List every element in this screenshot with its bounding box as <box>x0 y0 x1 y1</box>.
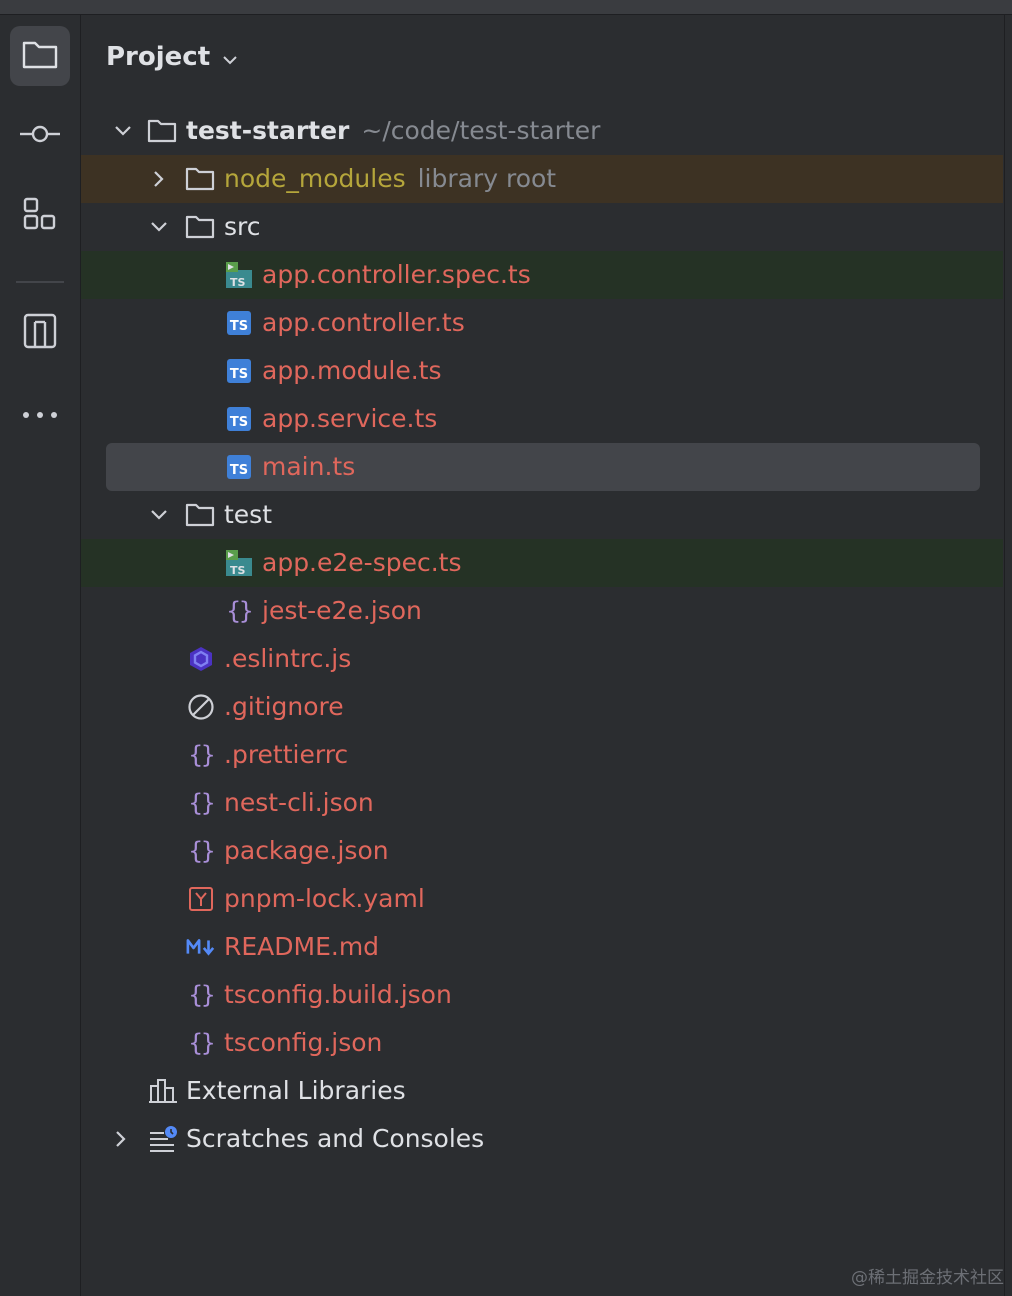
tree-row-file[interactable]: {} tsconfig.build.json <box>81 971 1003 1019</box>
tree-row-file[interactable]: {} nest-cli.json <box>81 779 1003 827</box>
file-label: app.module.ts <box>262 356 442 385</box>
typescript-file-icon: TS <box>224 308 254 338</box>
tree-row-file[interactable]: {} jest-e2e.json <box>81 587 1003 635</box>
more-tool-windows-button[interactable] <box>10 383 70 443</box>
typescript-file-icon: TS <box>224 404 254 434</box>
file-label: .eslintrc.js <box>224 644 352 673</box>
scratches-label: Scratches and Consoles <box>186 1124 485 1153</box>
typescript-file-icon: TS <box>224 356 254 386</box>
tree-row-file[interactable]: {} .prettierrc <box>81 731 1003 779</box>
file-label: app.e2e-spec.ts <box>262 548 462 577</box>
node-modules-label: node_modules library root <box>224 155 556 203</box>
more-icon <box>22 404 58 423</box>
file-label: app.controller.ts <box>262 308 465 337</box>
watermark: @稀土掘金技术社区 <box>851 1268 1004 1288</box>
tree-row-external-libraries[interactable]: External Libraries <box>81 1067 1003 1115</box>
eslint-file-icon <box>186 644 216 674</box>
library-icon <box>148 1076 178 1106</box>
file-label: tsconfig.json <box>224 1028 383 1057</box>
tree-row-file[interactable]: pnpm-lock.yaml <box>81 875 1003 923</box>
project-view-dropdown[interactable]: Project <box>106 36 238 78</box>
chevron-right-icon[interactable] <box>147 167 171 191</box>
tree-row-file[interactable]: TS app.service.ts <box>81 395 1003 443</box>
chevron-down-icon[interactable] <box>147 503 171 527</box>
svg-text:TS: TS <box>230 564 246 577</box>
file-label: jest-e2e.json <box>262 596 422 625</box>
tree-row-file[interactable]: TS app.controller.spec.ts <box>81 251 1003 299</box>
json-file-icon: {} <box>226 597 254 625</box>
window-top-border <box>0 0 1012 15</box>
file-label: nest-cli.json <box>224 788 374 817</box>
folder-icon <box>22 39 58 73</box>
pull-requests-icon <box>23 313 57 353</box>
tree-row-file[interactable]: README.md <box>81 923 1003 971</box>
chevron-down-icon <box>210 42 238 72</box>
folder-icon <box>185 164 215 194</box>
json-file-icon: {} <box>188 789 216 817</box>
tree-row-scratches[interactable]: Scratches and Consoles <box>81 1115 1003 1163</box>
tree-row-file[interactable]: {} package.json <box>81 827 1003 875</box>
project-tool-button[interactable] <box>10 26 70 86</box>
external-libraries-label: External Libraries <box>186 1076 406 1105</box>
file-label: .prettierrc <box>224 740 349 769</box>
folder-icon <box>185 500 215 530</box>
tree-row-node-modules[interactable]: node_modules library root <box>81 155 1003 203</box>
pull-requests-tool-button[interactable] <box>10 303 70 363</box>
markdown-file-icon <box>186 932 216 962</box>
commit-icon <box>19 124 61 148</box>
project-root-label: test-starter ~/code/test-starter <box>186 107 600 155</box>
yaml-file-icon <box>186 884 216 914</box>
library-root-hint: library root <box>417 164 557 193</box>
json-file-icon: {} <box>188 741 216 769</box>
chevron-down-icon[interactable] <box>147 215 171 239</box>
file-label: main.ts <box>262 452 356 481</box>
folder-icon <box>185 212 215 242</box>
ts-test-file-icon: TS <box>224 548 254 578</box>
ts-test-file-icon: TS <box>224 260 254 290</box>
tree-row-file[interactable]: TS app.e2e-spec.ts <box>81 539 1003 587</box>
ignore-file-icon <box>186 692 216 722</box>
json-file-icon: {} <box>188 1029 216 1057</box>
file-label: app.service.ts <box>262 404 438 433</box>
stripe-divider <box>16 281 64 283</box>
tree-row-file[interactable]: .gitignore <box>81 683 1003 731</box>
typescript-file-icon: TS <box>224 452 254 482</box>
project-root-name: test-starter <box>186 116 350 145</box>
file-label: package.json <box>224 836 389 865</box>
commit-tool-button[interactable] <box>10 106 70 166</box>
tool-window-stripe <box>0 15 81 1296</box>
node-modules-name: node_modules <box>224 164 406 193</box>
chevron-down-icon[interactable] <box>111 119 135 143</box>
tree-row-file-selected[interactable]: TS main.ts <box>106 443 980 491</box>
test-folder-label: test <box>224 500 273 529</box>
json-file-icon: {} <box>188 981 216 1009</box>
tree-row-file[interactable]: TS app.controller.ts <box>81 299 1003 347</box>
file-label: pnpm-lock.yaml <box>224 884 425 913</box>
structure-tool-button[interactable] <box>10 186 70 246</box>
scratches-icon <box>148 1124 178 1154</box>
panel-title: Project <box>106 42 211 72</box>
project-root-path: ~/code/test-starter <box>361 116 601 145</box>
tree-row-src[interactable]: src <box>81 203 1003 251</box>
tree-row-file[interactable]: {} tsconfig.json <box>81 1019 1003 1067</box>
file-label: README.md <box>224 932 380 961</box>
file-label: app.controller.spec.ts <box>262 260 531 289</box>
chevron-right-icon[interactable] <box>109 1127 133 1151</box>
structure-icon <box>23 197 57 235</box>
tree-row-root[interactable]: test-starter ~/code/test-starter <box>81 107 1003 155</box>
svg-text:TS: TS <box>230 276 246 289</box>
json-file-icon: {} <box>188 837 216 865</box>
file-label: .gitignore <box>224 692 344 721</box>
tree-row-test[interactable]: test <box>81 491 1003 539</box>
tree-row-file[interactable]: TS app.module.ts <box>81 347 1003 395</box>
tree-row-file[interactable]: .eslintrc.js <box>81 635 1003 683</box>
folder-icon <box>147 116 177 146</box>
src-folder-label: src <box>224 212 261 241</box>
file-label: tsconfig.build.json <box>224 980 452 1009</box>
panel-right-edge <box>1004 15 1012 1296</box>
